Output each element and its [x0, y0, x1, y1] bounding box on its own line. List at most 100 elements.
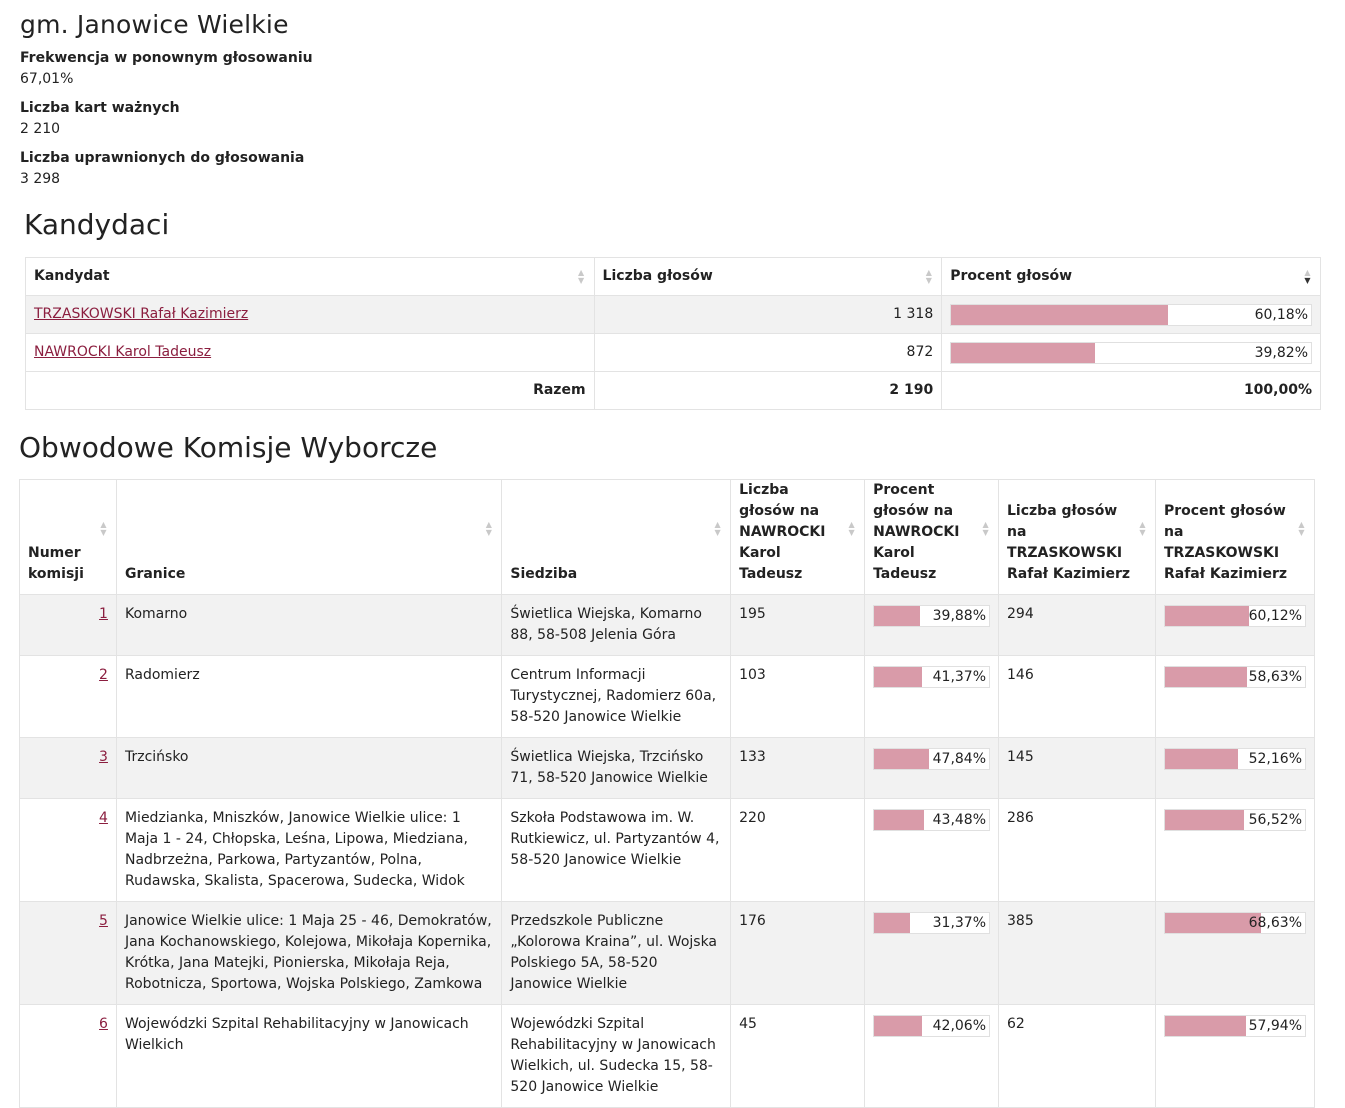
- trzaskowski-votes-cell: 286: [998, 798, 1156, 902]
- commission-number-link[interactable]: 3: [99, 749, 108, 765]
- trzaskowski-percent-cell: 58,63%: [1154, 655, 1316, 738]
- percent-label: 31,37%: [932, 915, 987, 931]
- commission-number-cell: 1: [19, 594, 117, 656]
- column-header-label: Liczba głosów: [602, 268, 713, 284]
- column-header-candidate[interactable]: Kandydat ▲ ▼: [25, 257, 595, 296]
- percent-label: 41,37%: [932, 669, 987, 685]
- percent-bar: 68,63%: [1163, 912, 1306, 934]
- percent-bar-fill: [874, 749, 930, 769]
- column-header-label: Numer komisji: [28, 545, 84, 582]
- column-header-percent[interactable]: Procent głosów ▲ ▼: [941, 257, 1321, 296]
- column-header-trzaskowski-votes[interactable]: Liczba głosów na TRZASKOWSKI Rafał Kazim…: [998, 479, 1156, 595]
- commission-number-cell: 3: [19, 737, 117, 799]
- candidate-link[interactable]: TRZASKOWSKI Rafał Kazimierz: [34, 306, 248, 322]
- percent-bar: 41,37%: [873, 666, 991, 688]
- percent-bar: 57,94%: [1163, 1015, 1306, 1037]
- percent-bar-fill: [874, 810, 925, 830]
- commission-number-cell: 6: [19, 1004, 117, 1108]
- percent-bar-fill: [1164, 913, 1262, 933]
- sort-icon: ▲ ▼: [925, 268, 932, 285]
- percent-label: 52,16%: [1248, 751, 1302, 767]
- total-votes: 2 190: [593, 371, 943, 410]
- boundaries-cell: Radomierz: [115, 655, 503, 738]
- trzaskowski-percent-cell: 56,52%: [1154, 798, 1316, 902]
- column-header-votes[interactable]: Liczba głosów ▲ ▼: [593, 257, 943, 296]
- percent-cell: 60,18%: [941, 295, 1321, 334]
- boundaries-cell: Wojewódzki Szpital Rehabilitacyjny w Jan…: [115, 1004, 503, 1108]
- sort-icon: ▲ ▼: [982, 520, 989, 537]
- nawrocki-percent-cell: 42,06%: [864, 1004, 1000, 1108]
- boundaries-cell: Miedzianka, Mniszków, Janowice Wielkie u…: [115, 798, 503, 902]
- sort-icon: ▲ ▼: [577, 268, 585, 285]
- sort-icon: ▲ ▼: [1298, 520, 1305, 537]
- column-header-nawrocki-percent[interactable]: Procent głosów na NAWROCKI Karol Tadeusz…: [864, 479, 1000, 595]
- sort-icon: ▲ ▼: [714, 520, 721, 537]
- eligible-voters-label: Liczba uprawnionych do głosowania: [20, 150, 305, 166]
- nawrocki-votes-cell: 195: [730, 594, 866, 656]
- trzaskowski-votes-cell: 385: [998, 901, 1156, 1005]
- percent-bar-fill: [1164, 1016, 1247, 1036]
- percent-label: 42,06%: [932, 1018, 987, 1034]
- commission-number-cell: 5: [19, 901, 117, 1005]
- turnout-value: 67,01%: [20, 71, 74, 87]
- total-percent: 100,00%: [941, 371, 1321, 410]
- percent-bar: 60,18%: [950, 303, 1312, 326]
- commission-number-cell: 4: [19, 798, 117, 902]
- commission-number-link[interactable]: 2: [99, 667, 108, 683]
- percent-bar-fill: [1164, 810, 1245, 830]
- candidate-link[interactable]: NAWROCKI Karol Tadeusz: [34, 344, 211, 360]
- percent-label: 68,63%: [1248, 915, 1302, 931]
- commission-number-link[interactable]: 6: [99, 1016, 108, 1032]
- candidates-heading: Kandydaci: [24, 208, 170, 241]
- seat-cell: Świetlica Wiejska, Komarno 88, 58-508 Je…: [501, 594, 732, 656]
- trzaskowski-percent-cell: 60,12%: [1154, 594, 1316, 656]
- percent-label: 39,82%: [1254, 344, 1308, 361]
- boundaries-cell: Trzcińsko: [115, 737, 503, 799]
- percent-bar-fill: [951, 304, 1168, 325]
- percent-bar-fill: [951, 342, 1095, 363]
- trzaskowski-percent-cell: 57,94%: [1154, 1004, 1316, 1108]
- column-header-boundaries[interactable]: Granice ▲ ▼: [115, 479, 503, 595]
- commission-number-link[interactable]: 4: [99, 810, 108, 826]
- percent-bar: 31,37%: [873, 912, 991, 934]
- column-header-trzaskowski-percent[interactable]: Procent głosów na TRZASKOWSKI Rafał Kazi…: [1154, 479, 1316, 595]
- percent-bar: 39,82%: [950, 341, 1312, 364]
- trzaskowski-votes-cell: 62: [998, 1004, 1156, 1108]
- seat-cell: Szkoła Podstawowa im. W. Rutkiewicz, ul.…: [501, 798, 732, 902]
- nawrocki-votes-cell: 176: [730, 901, 866, 1005]
- table-row: 1 Komarno Świetlica Wiejska, Komarno 88, 5…: [19, 594, 1316, 656]
- seat-cell: Przedszkole Publiczne „Kolorowa Kraina”,…: [501, 901, 732, 1005]
- commissions-table: Numer komisji ▲ ▼ Granice ▲ ▼ Siedziba ▲ ▼ Liczba…: [19, 479, 1316, 1108]
- percent-label: 57,94%: [1248, 1018, 1302, 1034]
- sort-icon: ▲ ▼: [1139, 520, 1146, 537]
- commission-number-cell: 2: [19, 655, 117, 738]
- table-row: 3 Trzcińsko Świetlica Wiejska, Trzcińsko 7…: [19, 737, 1316, 799]
- seat-cell: Wojewódzki Szpital Rehabilitacyjny w Jan…: [501, 1004, 732, 1108]
- percent-bar: 52,16%: [1163, 748, 1306, 770]
- column-header-number[interactable]: Numer komisji ▲ ▼: [19, 479, 117, 595]
- nawrocki-votes-cell: 220: [730, 798, 866, 902]
- commission-number-link[interactable]: 1: [99, 606, 108, 622]
- column-header-label: Procent głosów na NAWROCKI Karol Tadeusz: [873, 482, 960, 582]
- percent-label: 39,88%: [932, 608, 987, 624]
- total-row: Razem 2 190 100,00%: [25, 371, 1321, 410]
- percent-bar-fill: [1164, 749, 1239, 769]
- percent-bar: 43,48%: [873, 809, 991, 831]
- table-row: 4 Miedzianka, Mniszków, Janowice Wielkie …: [19, 798, 1316, 902]
- percent-bar: 42,06%: [873, 1015, 991, 1037]
- valid-ballots-value: 2 210: [20, 121, 61, 137]
- column-header-nawrocki-votes[interactable]: Liczba głosów na NAWROCKI Karol Tadeusz ▲…: [730, 479, 866, 595]
- percent-bar: 58,63%: [1163, 666, 1306, 688]
- percent-bar: 60,12%: [1163, 605, 1306, 627]
- page-title: gm. Janowice Wielkie: [20, 10, 289, 39]
- boundaries-cell: Komarno: [115, 594, 503, 656]
- nawrocki-percent-cell: 43,48%: [864, 798, 1000, 902]
- table-row: 6 Wojewódzki Szpital Rehabilitacyjny w Ja…: [19, 1004, 1316, 1108]
- valid-ballots-label: Liczba kart ważnych: [20, 100, 180, 116]
- percent-bar-fill: [874, 606, 920, 626]
- table-row: NAWROCKI Karol Tadeusz 872 39,82%: [25, 333, 1321, 372]
- commission-number-link[interactable]: 5: [99, 913, 108, 929]
- column-header-seat[interactable]: Siedziba ▲ ▼: [501, 479, 732, 595]
- percent-label: 43,48%: [932, 812, 987, 828]
- candidate-name-cell: TRZASKOWSKI Rafał Kazimierz: [25, 295, 595, 334]
